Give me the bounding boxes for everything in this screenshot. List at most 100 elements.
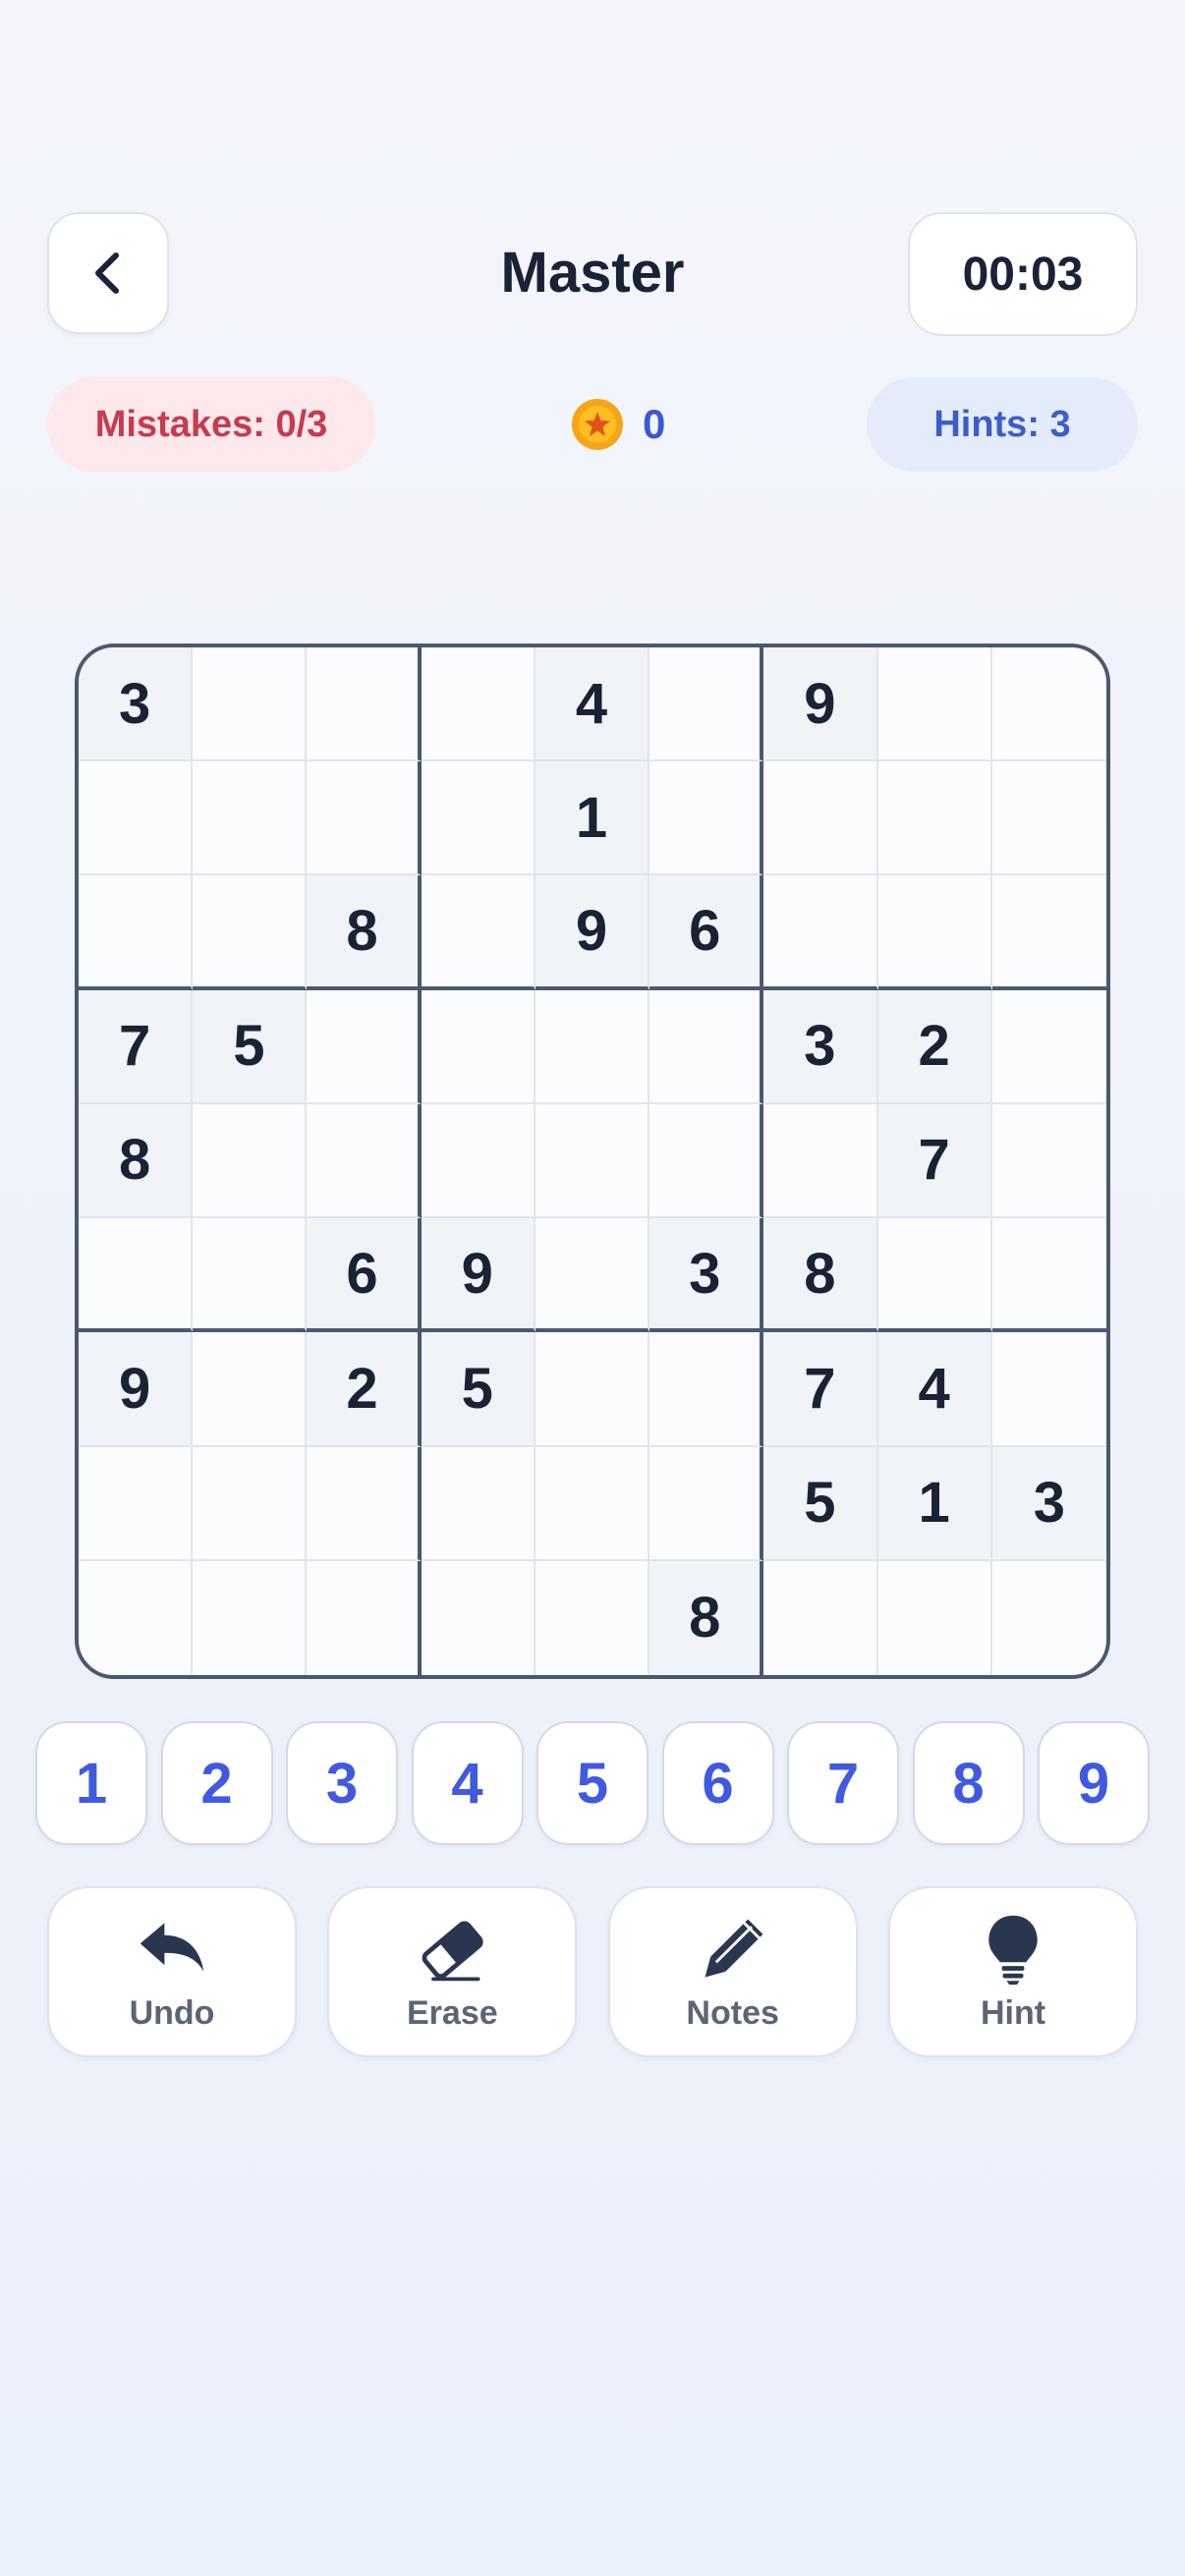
board-cell-r6c8[interactable] [877,1218,992,1333]
board-cell-r7c3[interactable]: 2 [307,1332,422,1447]
board-cell-r9c8[interactable] [878,1560,992,1675]
number-button-6[interactable]: 6 [661,1721,774,1845]
board-cell-r1c6[interactable] [649,647,764,762]
board-cell-r3c2[interactable] [193,875,308,990]
board-cell-r8c6[interactable] [649,1446,764,1561]
board-cell-r9c2[interactable] [193,1560,308,1675]
board-cell-r7c7[interactable]: 7 [763,1332,878,1447]
board-cell-r7c6[interactable] [649,1332,764,1447]
board-cell-r5c6[interactable] [649,1103,764,1219]
board-cell-r4c8[interactable]: 2 [877,989,992,1104]
board-cell-r8c2[interactable] [193,1446,308,1561]
board-cell-r2c7[interactable] [763,761,878,876]
board-cell-r8c4[interactable] [421,1446,536,1561]
board-cell-r7c1[interactable]: 9 [79,1332,194,1447]
hint-button[interactable]: Hint [887,1886,1138,2057]
board-cell-r3c5[interactable]: 9 [535,875,650,990]
board-cell-r8c9[interactable]: 3 [991,1446,1106,1561]
board-cell-r2c6[interactable] [649,761,764,876]
number-button-1[interactable]: 1 [35,1721,147,1845]
board-cell-r6c6[interactable]: 3 [649,1218,764,1333]
coin-icon [572,399,623,450]
board-cell-r4c7[interactable]: 3 [763,989,878,1104]
board-cell-r1c8[interactable] [877,647,992,762]
board-cell-r3c1[interactable] [79,875,194,990]
number-button-3[interactable]: 3 [286,1721,398,1845]
board-cell-r7c8[interactable]: 4 [877,1332,992,1447]
board-cell-r7c4[interactable]: 5 [421,1332,536,1447]
board-cell-r6c3[interactable]: 6 [307,1218,422,1333]
board-cell-r9c6[interactable]: 8 [649,1560,764,1675]
board-cell-r2c2[interactable] [193,761,308,876]
board-cell-r1c2[interactable] [193,647,308,762]
board-cell-r2c3[interactable] [307,761,422,876]
board-cell-r4c5[interactable] [535,989,650,1104]
board-cell-r5c4[interactable] [421,1103,536,1219]
board-cell-r6c1[interactable] [79,1218,194,1333]
board-cell-r6c5[interactable] [535,1218,650,1333]
board-cell-r2c1[interactable] [79,761,194,876]
number-pad: 123456789 [35,1721,1150,1845]
board-cell-r3c3[interactable]: 8 [307,875,422,990]
number-button-7[interactable]: 7 [787,1721,899,1845]
number-button-8[interactable]: 8 [912,1721,1025,1845]
board-cell-r6c4[interactable]: 9 [421,1218,536,1333]
board-cell-r2c5[interactable]: 1 [535,761,650,876]
board-cell-r4c3[interactable] [307,989,422,1104]
board-cell-r5c8[interactable]: 7 [877,1103,992,1219]
sudoku-board[interactable]: 34918967532876938925745138 [75,644,1110,1679]
board-cell-r9c9[interactable] [992,1561,1106,1675]
board-cell-r6c9[interactable] [991,1218,1106,1333]
board-cell-r4c4[interactable] [421,989,536,1104]
board-cell-r1c7[interactable]: 9 [763,647,878,762]
notes-button[interactable]: Notes [607,1886,858,2057]
board-cell-r9c4[interactable] [422,1560,536,1675]
number-button-5[interactable]: 5 [536,1721,649,1845]
board-cell-r3c6[interactable]: 6 [649,875,764,990]
board-cell-r1c9[interactable] [991,647,1106,762]
board-cell-r7c5[interactable] [535,1332,650,1447]
board-cell-r9c3[interactable] [307,1560,422,1675]
board-cell-r8c1[interactable] [79,1446,194,1561]
board-cell-r6c7[interactable]: 8 [763,1218,878,1333]
board-cell-r8c3[interactable] [307,1446,422,1561]
board-cell-r1c5[interactable]: 4 [535,647,650,762]
board-cell-r3c7[interactable] [763,875,878,990]
action-bar: Undo Erase Notes Hint [47,1886,1138,2057]
board-cell-r9c7[interactable] [763,1560,878,1675]
undo-button[interactable]: Undo [47,1886,297,2057]
board-cell-r2c8[interactable] [877,761,992,876]
board-cell-r2c4[interactable] [421,761,536,876]
board-cell-r6c2[interactable] [193,1218,308,1333]
board-cell-r7c9[interactable] [991,1332,1106,1447]
board-cell-r4c1[interactable]: 7 [79,989,194,1104]
board-cell-r7c2[interactable] [193,1332,308,1447]
board-cell-r1c3[interactable] [307,647,422,762]
board-cell-r1c1[interactable]: 3 [79,647,194,762]
board-cell-r3c4[interactable] [421,875,536,990]
board-cell-r3c8[interactable] [877,875,992,990]
board-cell-r4c2[interactable]: 5 [193,989,308,1104]
undo-icon [140,1922,204,1972]
board-cell-r9c5[interactable] [536,1560,650,1675]
board-cell-r8c8[interactable]: 1 [877,1446,992,1561]
board-cell-r5c3[interactable] [307,1103,422,1219]
board-cell-r3c9[interactable] [991,875,1106,990]
board-cell-r1c4[interactable] [421,647,536,762]
board-cell-r5c5[interactable] [535,1103,650,1219]
board-cell-r8c5[interactable] [535,1446,650,1561]
number-button-4[interactable]: 4 [411,1721,524,1845]
erase-button[interactable]: Erase [327,1886,578,2057]
board-cell-r8c7[interactable]: 5 [763,1446,878,1561]
board-cell-r5c2[interactable] [193,1103,308,1219]
board-cell-r4c9[interactable] [991,990,1106,1104]
number-button-9[interactable]: 9 [1038,1721,1150,1845]
number-button-2[interactable]: 2 [160,1721,273,1845]
board-cell-r5c7[interactable] [763,1103,878,1219]
eraser-icon [422,1920,483,1981]
board-cell-r9c1[interactable] [79,1560,194,1675]
board-cell-r5c1[interactable]: 8 [79,1103,194,1219]
board-cell-r2c9[interactable] [991,761,1106,876]
board-cell-r5c9[interactable] [991,1104,1106,1219]
board-cell-r4c6[interactable] [649,989,764,1104]
